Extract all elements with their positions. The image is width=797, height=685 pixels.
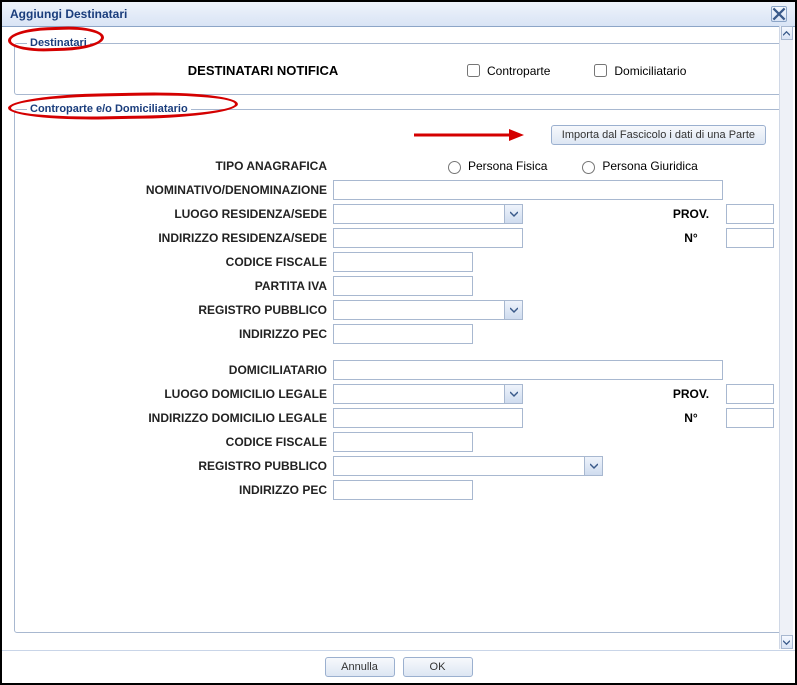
dialog-body: Destinatari DESTINATARI NOTIFICA Controp… (2, 27, 795, 647)
window-title: Aggiungi Destinatari (10, 7, 127, 21)
combo-luogo-residenza-input[interactable] (334, 205, 504, 223)
input-indirizzo-residenza[interactable] (333, 228, 523, 248)
radio-persona-fisica-label: Persona Fisica (468, 159, 547, 173)
group-controparte-domiciliatario: Controparte e/o Domiciliatario Importa d… (14, 103, 783, 633)
chevron-down-icon (783, 639, 790, 646)
row-registro-pubblico: REGISTRO PUBBLICO (23, 299, 774, 321)
row-import: Importa dal Fascicolo i dati di una Part… (23, 121, 774, 153)
legend-controparte: Controparte e/o Domiciliatario (27, 103, 191, 115)
scrollbar-vertical[interactable] (779, 26, 793, 649)
legend-destinatari: Destinatari (27, 37, 90, 49)
row-partita-iva: PARTITA IVA (23, 275, 774, 297)
input-prov-2[interactable] (726, 384, 774, 404)
combo-luogo-domicilio-input[interactable] (334, 385, 504, 403)
checkbox-controparte-label: Controparte (487, 64, 550, 78)
label-prov-2: PROV. (656, 387, 726, 401)
row-nominativo: NOMINATIVO/DENOMINAZIONE (23, 179, 774, 201)
row-indirizzo-domicilio: INDIRIZZO DOMICILIO LEGALE N° (23, 407, 774, 429)
close-icon (772, 7, 786, 21)
label-indirizzo-domicilio: INDIRIZZO DOMICILIO LEGALE (23, 411, 333, 425)
input-indirizzo-pec-2[interactable] (333, 480, 473, 500)
scroll-down-button[interactable] (781, 635, 793, 649)
label-destinatari-notifica: DESTINATARI NOTIFICA (23, 63, 463, 78)
row-indirizzo-pec-2: INDIRIZZO PEC (23, 479, 774, 501)
input-codice-fiscale-2[interactable] (333, 432, 473, 452)
group-destinatari: Destinatari DESTINATARI NOTIFICA Controp… (14, 37, 783, 95)
checkbox-domiciliatario-wrap[interactable]: Domiciliatario (590, 61, 686, 80)
scroll-up-button[interactable] (781, 26, 793, 40)
label-registro-pubblico-2: REGISTRO PUBBLICO (23, 459, 333, 473)
ok-button[interactable]: OK (403, 657, 473, 677)
label-numero-1: N° (656, 231, 726, 245)
combo-registro-pubblico-2-btn[interactable] (584, 457, 602, 475)
combo-luogo-domicilio-btn[interactable] (504, 385, 522, 403)
combo-registro-pubblico-2[interactable] (333, 456, 603, 476)
chevron-down-icon (510, 306, 518, 314)
label-luogo-residenza: LUOGO RESIDENZA/SEDE (23, 207, 333, 221)
label-indirizzo-pec: INDIRIZZO PEC (23, 327, 333, 341)
radio-persona-fisica-wrap[interactable]: Persona Fisica (443, 158, 547, 174)
label-indirizzo-pec-2: INDIRIZZO PEC (23, 483, 333, 497)
radio-persona-giuridica-wrap[interactable]: Persona Giuridica (577, 158, 697, 174)
chevron-down-icon (590, 462, 598, 470)
checkbox-domiciliatario-label: Domiciliatario (614, 64, 686, 78)
row-indirizzo-pec: INDIRIZZO PEC (23, 323, 774, 345)
label-codice-fiscale: CODICE FISCALE (23, 255, 333, 269)
row-indirizzo-residenza: INDIRIZZO RESIDENZA/SEDE N° (23, 227, 774, 249)
input-indirizzo-domicilio[interactable] (333, 408, 523, 428)
row-destinatari-notifica: DESTINATARI NOTIFICA Controparte Domicil… (23, 55, 774, 84)
radio-persona-giuridica-label: Persona Giuridica (602, 159, 697, 173)
row-luogo-residenza: LUOGO RESIDENZA/SEDE PROV. (23, 203, 774, 225)
checkbox-domiciliatario[interactable] (594, 64, 607, 77)
row-luogo-domicilio: LUOGO DOMICILIO LEGALE PROV. (23, 383, 774, 405)
radio-persona-giuridica[interactable] (582, 161, 595, 174)
input-indirizzo-pec[interactable] (333, 324, 473, 344)
combo-registro-pubblico[interactable] (333, 300, 523, 320)
label-tipo-anagrafica: TIPO ANAGRAFICA (23, 159, 333, 173)
input-prov-1[interactable] (726, 204, 774, 224)
combo-luogo-domicilio[interactable] (333, 384, 523, 404)
input-partita-iva[interactable] (333, 276, 473, 296)
row-registro-pubblico-2: REGISTRO PUBBLICO (23, 455, 774, 477)
cancel-button[interactable]: Annulla (325, 657, 395, 677)
label-luogo-domicilio: LUOGO DOMICILIO LEGALE (23, 387, 333, 401)
close-button[interactable] (771, 6, 787, 22)
input-domiciliatario[interactable] (333, 360, 723, 380)
combo-luogo-residenza[interactable] (333, 204, 523, 224)
input-codice-fiscale[interactable] (333, 252, 473, 272)
label-partita-iva: PARTITA IVA (23, 279, 333, 293)
chevron-down-icon (510, 390, 518, 398)
button-bar: Annulla OK (2, 650, 795, 680)
label-codice-fiscale-2: CODICE FISCALE (23, 435, 333, 449)
label-registro-pubblico: REGISTRO PUBBLICO (23, 303, 333, 317)
combo-luogo-residenza-btn[interactable] (504, 205, 522, 223)
import-button[interactable]: Importa dal Fascicolo i dati di una Part… (551, 125, 766, 145)
title-bar: Aggiungi Destinatari (2, 2, 795, 27)
row-domiciliatario: DOMICILIATARIO (23, 359, 774, 381)
combo-registro-pubblico-btn[interactable] (504, 301, 522, 319)
row-codice-fiscale: CODICE FISCALE (23, 251, 774, 273)
radio-persona-fisica[interactable] (448, 161, 461, 174)
section-divider (23, 347, 774, 357)
row-tipo-anagrafica: TIPO ANAGRAFICA Persona Fisica Persona G… (23, 155, 774, 177)
label-numero-2: N° (656, 411, 726, 425)
combo-registro-pubblico-input[interactable] (334, 301, 504, 319)
input-nominativo[interactable] (333, 180, 723, 200)
checkbox-controparte[interactable] (467, 64, 480, 77)
chevron-up-icon (783, 30, 790, 37)
input-numero-2[interactable] (726, 408, 774, 428)
row-codice-fiscale-2: CODICE FISCALE (23, 431, 774, 453)
label-prov-1: PROV. (656, 207, 726, 221)
label-indirizzo-residenza: INDIRIZZO RESIDENZA/SEDE (23, 231, 333, 245)
chevron-down-icon (510, 210, 518, 218)
label-domiciliatario: DOMICILIATARIO (23, 363, 333, 377)
input-numero-1[interactable] (726, 228, 774, 248)
combo-registro-pubblico-2-input[interactable] (334, 457, 584, 475)
label-nominativo: NOMINATIVO/DENOMINAZIONE (23, 183, 333, 197)
checkbox-controparte-wrap[interactable]: Controparte (463, 61, 550, 80)
